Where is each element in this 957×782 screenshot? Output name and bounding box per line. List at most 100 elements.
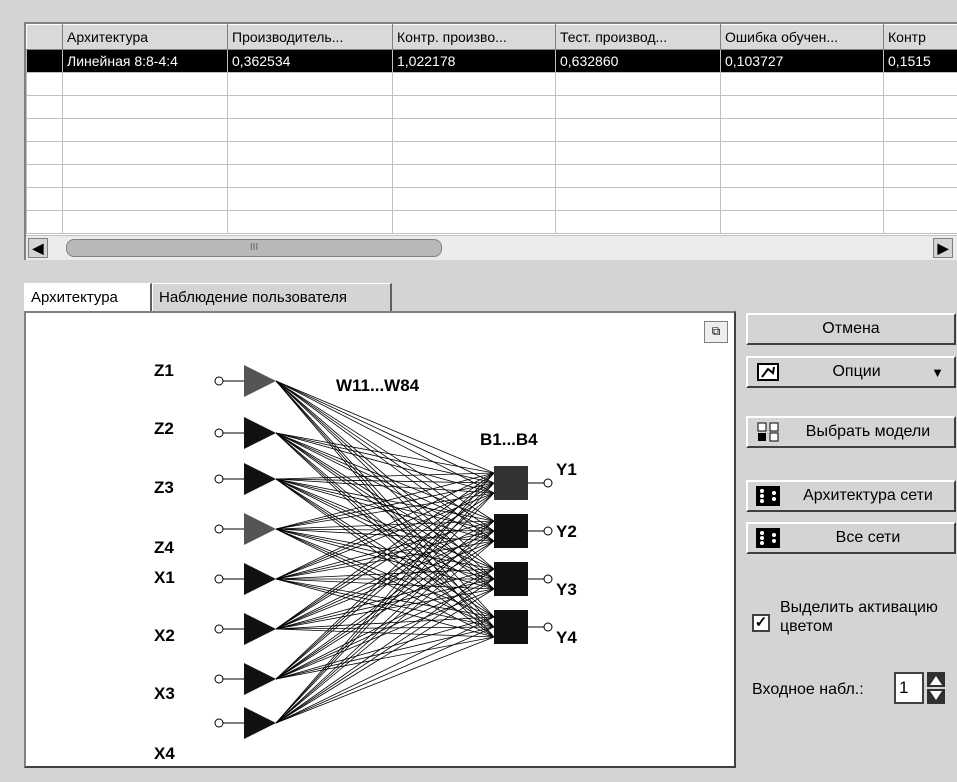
weight-connection (275, 482, 495, 724)
input-terminal (214, 376, 224, 386)
output-terminal (543, 526, 553, 536)
weight-connection (275, 478, 495, 590)
input-label: X3 (154, 684, 175, 703)
network-icon (754, 527, 782, 549)
output-label: Y4 (556, 628, 577, 647)
input-label: X4 (154, 744, 175, 763)
input-neuron (244, 613, 276, 645)
input-neuron (244, 707, 276, 739)
input-label: Z2 (154, 419, 174, 438)
input-neuron (244, 663, 276, 695)
input-neuron (244, 365, 276, 397)
options-icon (754, 361, 782, 383)
input-neuron (244, 563, 276, 595)
empty-row (26, 95, 957, 119)
weight-connection (275, 520, 495, 630)
row-header-corner (26, 24, 63, 50)
highlight-activation-checkbox[interactable]: ✓ (752, 614, 770, 632)
weight-connection (275, 380, 495, 570)
input-label: Z1 (154, 361, 174, 380)
input-terminal (214, 474, 224, 484)
input-label: Z3 (154, 478, 174, 497)
weight-connection (275, 568, 495, 724)
network-icon (754, 485, 782, 507)
output-terminal (543, 574, 553, 584)
output-terminal (543, 478, 553, 488)
weight-connection (275, 520, 495, 680)
network-architecture-button[interactable]: Архитектура сети (746, 480, 956, 512)
column-header[interactable]: Контр (883, 24, 957, 50)
table-cell[interactable]: 0,1515 (883, 49, 957, 73)
weight-connection (275, 380, 495, 618)
output-terminal (543, 622, 553, 632)
output-neuron (494, 514, 528, 548)
table-cell[interactable]: 0,362534 (227, 49, 393, 73)
output-neuron (494, 610, 528, 644)
input-label: X1 (154, 568, 175, 587)
table-cell[interactable]: 1,022178 (392, 49, 556, 73)
architecture-panel: ⧉ Z1 Z2 Z3 Z4 X1 X2 X3 X4 Y1 Y2 Y3 Y4 W11...W84 B1.… (24, 311, 736, 768)
select-models-button[interactable]: Выбрать модели (746, 416, 956, 448)
table-row[interactable]: Линейная 8:8-4:4 0,362534 1,022178 0,632… (26, 49, 957, 73)
cancel-button[interactable]: Отмена (746, 313, 956, 345)
empty-row (26, 164, 957, 188)
weight-connection (275, 626, 495, 724)
column-header[interactable]: Архитектура (62, 24, 228, 50)
input-neuron (244, 463, 276, 495)
spinner-buttons[interactable] (927, 672, 945, 704)
empty-row (26, 72, 957, 96)
weight-connection (275, 540, 495, 724)
table-cell[interactable]: Линейная 8:8-4:4 (62, 49, 228, 73)
grid-header-row: Архитектура Производитель... Контр. прои… (26, 24, 957, 50)
output-label: Y3 (556, 580, 577, 599)
weight-connection (275, 432, 495, 494)
empty-row (26, 118, 957, 142)
tab-architecture[interactable]: Архитектура (24, 283, 152, 311)
select-models-icon (754, 421, 782, 443)
tab-user-observation[interactable]: Наблюдение пользователя (152, 283, 392, 311)
bias-label: B1...B4 (480, 430, 538, 449)
input-neuron (244, 513, 276, 545)
output-label: Y2 (556, 522, 577, 541)
scroll-thumb[interactable]: III (66, 239, 442, 257)
chevron-left-icon[interactable]: ◀ (28, 238, 48, 258)
chevron-down-icon: ▼ (931, 364, 944, 380)
input-terminal (214, 524, 224, 534)
column-header[interactable]: Производитель... (227, 24, 393, 50)
output-neuron (494, 466, 528, 500)
weight-connection (275, 432, 495, 522)
horizontal-scrollbar[interactable]: ◀ III ▶ (26, 235, 957, 260)
column-header[interactable]: Ошибка обучен... (720, 24, 884, 50)
input-label: X2 (154, 626, 175, 645)
empty-row (26, 210, 957, 234)
all-networks-button[interactable]: Все сети (746, 522, 956, 554)
output-label: Y1 (556, 460, 577, 479)
input-terminal (214, 574, 224, 584)
chevron-right-icon[interactable]: ▶ (933, 238, 953, 258)
weights-label: W11...W84 (336, 376, 420, 395)
column-header[interactable]: Контр. произво... (392, 24, 556, 50)
input-neuron (244, 417, 276, 449)
table-cell[interactable]: 0,103727 (720, 49, 884, 73)
input-terminal (214, 718, 224, 728)
empty-row (26, 187, 957, 211)
table-cell[interactable]: 0,632860 (555, 49, 721, 73)
input-label: Z4 (154, 538, 174, 557)
weight-connection (275, 528, 495, 638)
input-case-label: Входное набл.: (752, 681, 864, 698)
copy-icon[interactable]: ⧉ (704, 321, 728, 343)
weight-connection (275, 626, 495, 680)
input-terminal (214, 624, 224, 634)
input-terminal (214, 674, 224, 684)
input-case-field[interactable]: 1 (894, 672, 924, 704)
empty-row (26, 141, 957, 165)
output-neuron (494, 562, 528, 596)
input-terminal (214, 428, 224, 438)
results-grid[interactable]: Архитектура Производитель... Контр. прои… (24, 22, 957, 260)
highlight-activation-label: Выделить активацию цветом (780, 599, 938, 635)
row-header[interactable] (26, 49, 63, 73)
weight-connection (275, 380, 495, 484)
network-diagram: Z1 Z2 Z3 Z4 X1 X2 X3 X4 Y1 Y2 Y3 Y4 W11...W84 B1...… (154, 361, 577, 763)
column-header[interactable]: Тест. производ... (555, 24, 721, 50)
options-button[interactable]: Опции ▼ (746, 356, 956, 388)
